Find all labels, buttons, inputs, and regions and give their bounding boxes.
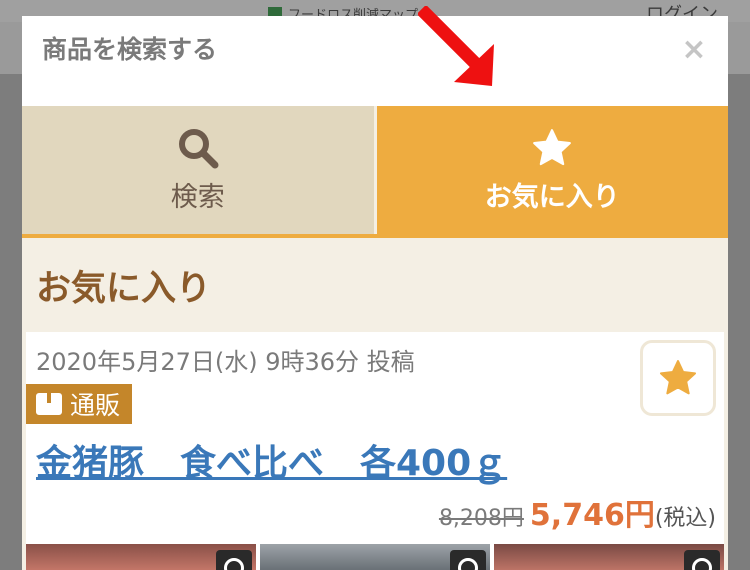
price-row: 8,208円 5,746円 (税込)	[439, 490, 716, 534]
star-icon	[533, 128, 572, 165]
modal-tabs: 検索 お気に入り	[22, 106, 728, 234]
close-icon[interactable]: ×	[680, 35, 708, 65]
box-icon	[36, 393, 62, 415]
star-icon	[660, 360, 696, 395]
tab-favorites[interactable]: お気に入り	[376, 106, 728, 234]
product-thumbnails	[26, 544, 724, 570]
zoom-icon[interactable]	[450, 550, 486, 570]
zoom-icon[interactable]	[684, 550, 720, 570]
tab-favorites-label: お気に入り	[484, 181, 620, 213]
zoom-icon[interactable]	[216, 550, 252, 570]
favorites-section: お気に入り 2020年5月27日(水) 9時36分 投稿 通販 金猪豚 食べ比べ…	[22, 234, 728, 570]
tax-note: (税込)	[654, 506, 716, 531]
product-title-link[interactable]: 金猪豚 食べ比べ 各400ｇ	[36, 434, 507, 486]
search-modal: 商品を検索する × 検索 お気に入り お気に入り 2020年5月27日(水) 9…	[22, 16, 728, 570]
tab-search[interactable]: 検索	[22, 106, 377, 234]
tab-search-label: 検索	[170, 181, 225, 213]
product-thumbnail[interactable]	[26, 544, 256, 570]
product-thumbnail[interactable]	[260, 544, 490, 570]
favorite-toggle-button[interactable]	[640, 340, 716, 416]
post-date: 2020年5月27日(水) 9時36分 投稿	[36, 348, 415, 376]
original-price: 8,208円	[438, 506, 524, 531]
favorites-heading: お気に入り	[36, 269, 212, 309]
modal-title: 商品を検索する	[42, 35, 218, 64]
search-icon	[178, 128, 219, 168]
product-thumbnail[interactable]	[494, 544, 724, 570]
mail-order-badge: 通販	[26, 384, 133, 424]
favorite-item-card: 2020年5月27日(水) 9時36分 投稿 通販 金猪豚 食べ比べ 各400ｇ…	[26, 332, 724, 570]
sale-price: 5,746円	[529, 498, 655, 533]
badge-label: 通販	[70, 391, 121, 420]
